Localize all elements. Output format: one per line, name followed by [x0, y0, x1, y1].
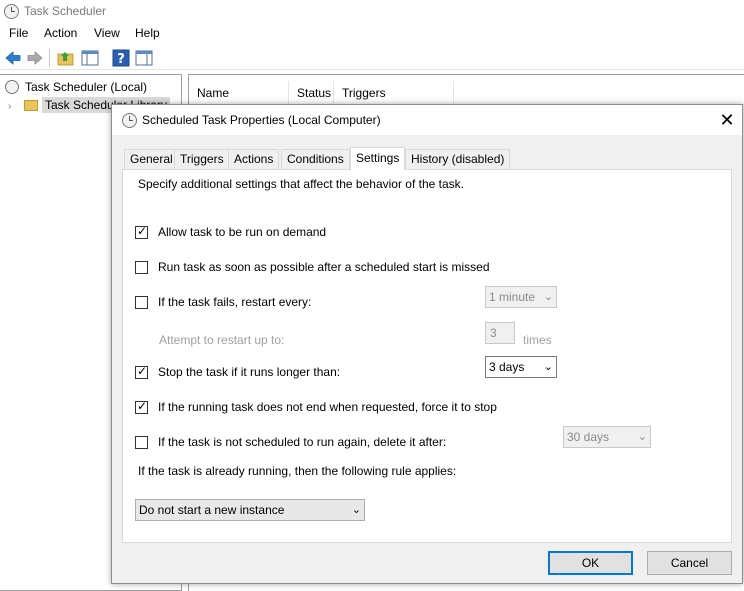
list-header: Name Status Triggers [189, 81, 744, 105]
column-name[interactable]: Name [189, 81, 289, 105]
restart-on-fail-row: If the task fails, restart every: [135, 294, 311, 310]
clock-icon [122, 113, 137, 128]
run-on-demand-row: Allow task to be run on demand [135, 224, 326, 240]
chevron-right-icon[interactable]: › [8, 101, 11, 112]
force-stop-checkbox[interactable] [135, 399, 148, 414]
restart-on-fail-checkbox[interactable] [135, 295, 148, 309]
svg-text:?: ? [117, 52, 125, 67]
column-triggers[interactable]: Triggers [334, 81, 454, 105]
help-icon[interactable]: ? [112, 49, 130, 67]
tab-general[interactable]: General [124, 149, 179, 169]
menu-file[interactable]: File [9, 26, 28, 40]
running-rule-value: Do not start a new instance [139, 503, 285, 517]
tab-conditions[interactable]: Conditions [281, 149, 350, 169]
force-stop-row: If the running task does not end when re… [135, 399, 497, 415]
app-title: Task Scheduler [24, 4, 107, 18]
restart-interval-dropdown[interactable]: 1 minute ⌄ [485, 286, 557, 308]
running-rule-label: If the task is already running, then the… [138, 464, 457, 478]
run-on-demand-label[interactable]: Allow task to be run on demand [158, 225, 326, 239]
app-titlebar: Task Scheduler [0, 0, 744, 24]
tab-triggers[interactable]: Triggers [174, 149, 230, 169]
stop-if-longer-checkbox[interactable] [135, 364, 148, 379]
restart-attempts-label: Attempt to restart up to: [159, 333, 285, 347]
column-status[interactable]: Status [289, 81, 334, 105]
stop-if-longer-label[interactable]: Stop the task if it runs longer than: [158, 365, 340, 379]
run-asap-label[interactable]: Run task as soon as possible after a sch… [158, 260, 490, 274]
force-stop-label[interactable]: If the running task does not end when re… [158, 400, 497, 414]
dialog-titlebar: Scheduled Task Properties (Local Compute… [112, 105, 742, 135]
tree-item-root[interactable]: Task Scheduler (Local) [25, 80, 147, 94]
folder-up-icon[interactable] [57, 49, 75, 67]
delete-task-checkbox[interactable] [135, 435, 148, 449]
toolbar: ? [0, 46, 744, 70]
toolbar-separator [49, 49, 50, 67]
delete-task-label[interactable]: If the task is not scheduled to run agai… [158, 435, 446, 449]
run-asap-row: Run task as soon as possible after a sch… [135, 259, 490, 275]
action-pane-icon[interactable] [135, 49, 153, 67]
chevron-down-icon: ⌄ [543, 291, 553, 303]
clock-icon [4, 4, 19, 19]
settings-panel: Specify additional settings that affect … [122, 169, 732, 543]
stop-duration-dropdown[interactable]: 3 days ⌄ [485, 356, 557, 378]
dialog-title: Scheduled Task Properties (Local Compute… [142, 113, 381, 127]
tab-history[interactable]: History (disabled) [405, 149, 511, 169]
stop-duration-value: 3 days [489, 360, 525, 374]
restart-interval-value: 1 minute [489, 290, 536, 304]
close-icon[interactable]: ✕ [712, 105, 742, 135]
chevron-down-icon: ⌄ [543, 361, 553, 373]
back-arrow-icon[interactable] [4, 49, 22, 67]
tab-actions[interactable]: Actions [228, 149, 280, 169]
clock-icon [5, 80, 19, 94]
restart-on-fail-label[interactable]: If the task fails, restart every: [158, 295, 311, 309]
running-rule-dropdown[interactable]: Do not start a new instance ⌄ [135, 499, 365, 521]
stop-if-longer-row: Stop the task if it runs longer than: [135, 364, 340, 380]
menu-view[interactable]: View [94, 26, 120, 40]
restart-attempts-stepper[interactable]: 3 [485, 322, 515, 344]
restart-attempts-unit: times [523, 333, 552, 347]
forward-arrow-icon[interactable] [26, 49, 44, 67]
menu-action[interactable]: Action [44, 26, 77, 40]
show-hide-tree-icon[interactable] [81, 49, 99, 67]
chevron-down-icon: ⌄ [351, 504, 361, 516]
menu-help[interactable]: Help [135, 26, 160, 40]
settings-description: Specify additional settings that affect … [138, 177, 464, 191]
tab-settings[interactable]: Settings [350, 147, 406, 170]
run-asap-checkbox[interactable] [135, 260, 148, 274]
folder-icon [24, 100, 38, 111]
delete-task-row: If the task is not scheduled to run agai… [135, 434, 446, 450]
ok-button[interactable]: OK [548, 551, 633, 575]
menu-bar: File Action View Help [0, 24, 744, 44]
delete-delay-dropdown[interactable]: 30 days ⌄ [563, 426, 651, 448]
delete-delay-value: 30 days [567, 430, 610, 444]
cancel-button[interactable]: Cancel [647, 551, 732, 575]
run-on-demand-checkbox[interactable] [135, 224, 148, 239]
task-properties-dialog: Scheduled Task Properties (Local Compute… [111, 104, 743, 584]
chevron-down-icon: ⌄ [637, 431, 647, 443]
